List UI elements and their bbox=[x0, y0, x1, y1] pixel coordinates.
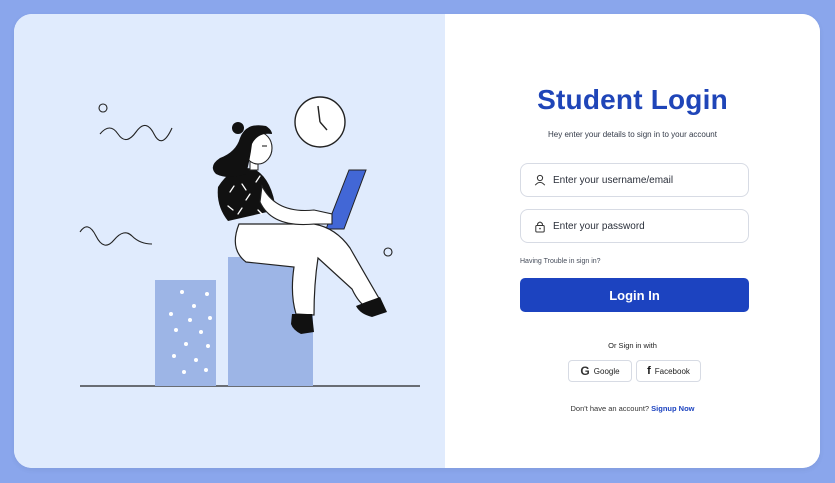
google-icon: G bbox=[580, 364, 590, 378]
lock-icon bbox=[533, 219, 547, 233]
facebook-icon: f bbox=[647, 365, 651, 377]
google-signin-button[interactable]: G Google bbox=[568, 360, 632, 382]
clock-icon bbox=[294, 96, 346, 148]
google-label: Google bbox=[593, 366, 620, 376]
trouble-signin-link[interactable]: Having Trouble in sign in? bbox=[520, 258, 601, 265]
password-field[interactable] bbox=[520, 209, 749, 243]
student-laptop-illustration bbox=[79, 96, 420, 387]
signup-row: Don't have an account? Signup Now bbox=[445, 404, 820, 413]
login-button[interactable]: Login In bbox=[520, 278, 749, 312]
signup-link[interactable]: Signup Now bbox=[651, 404, 694, 413]
social-signin-label: Or Sign in with bbox=[608, 341, 657, 350]
username-input[interactable] bbox=[553, 174, 723, 186]
page-subtitle: Hey enter your details to sign in to you… bbox=[548, 130, 717, 139]
facebook-label: Facebook bbox=[654, 366, 690, 376]
username-field[interactable] bbox=[520, 163, 749, 197]
login-panel: Student Login Hey enter your details to … bbox=[445, 14, 820, 468]
password-input[interactable] bbox=[553, 220, 723, 232]
user-icon bbox=[533, 173, 547, 187]
signup-prompt: Don't have an account? bbox=[570, 404, 650, 413]
facebook-signin-button[interactable]: f Facebook bbox=[636, 360, 701, 382]
login-card: Student Login Hey enter your details to … bbox=[14, 14, 820, 468]
page-title: Student Login bbox=[537, 84, 728, 115]
illustration-panel bbox=[14, 14, 445, 468]
